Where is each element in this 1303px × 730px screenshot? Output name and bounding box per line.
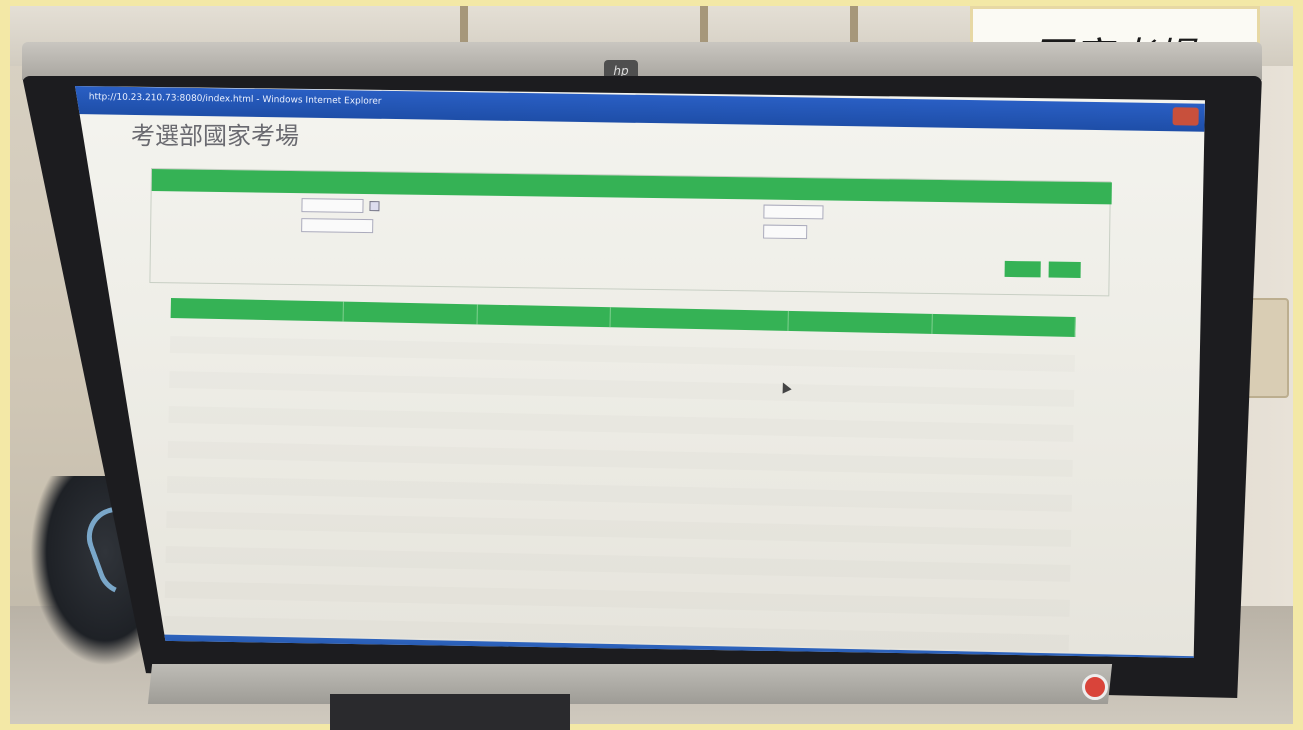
dropdown3-select[interactable] — [763, 224, 808, 240]
table-cell — [604, 625, 782, 646]
table-cell — [782, 628, 926, 648]
window-title: http://10.23.210.73:8080/index.html - Wi… — [88, 92, 382, 107]
monitor-screen: http://10.23.210.73:8080/index.html - Wi… — [75, 86, 1205, 658]
close-icon[interactable] — [1172, 107, 1199, 126]
dropdown1-select[interactable] — [301, 218, 374, 234]
column-header — [343, 301, 478, 325]
page-title: 考選部國家考場 — [131, 122, 299, 150]
monitor-chin — [147, 664, 1113, 704]
date-field[interactable] — [301, 198, 364, 213]
query-button[interactable] — [1004, 260, 1041, 278]
monitor-top-bezel — [22, 42, 1262, 80]
calendar-icon[interactable] — [369, 201, 380, 212]
table-cell — [925, 631, 1069, 651]
monitor-stand — [330, 694, 570, 730]
power-button-icon[interactable] — [1082, 674, 1108, 700]
column-header — [477, 304, 612, 328]
table-cell — [471, 622, 605, 642]
query-panel-header — [151, 169, 1112, 205]
query-panel — [149, 168, 1112, 297]
table-body — [164, 318, 1075, 652]
results-table — [164, 298, 1076, 652]
table-cell — [337, 619, 471, 639]
clear-button[interactable] — [1048, 261, 1081, 278]
dropdown2-select[interactable] — [763, 204, 824, 220]
table-cell — [164, 615, 337, 636]
